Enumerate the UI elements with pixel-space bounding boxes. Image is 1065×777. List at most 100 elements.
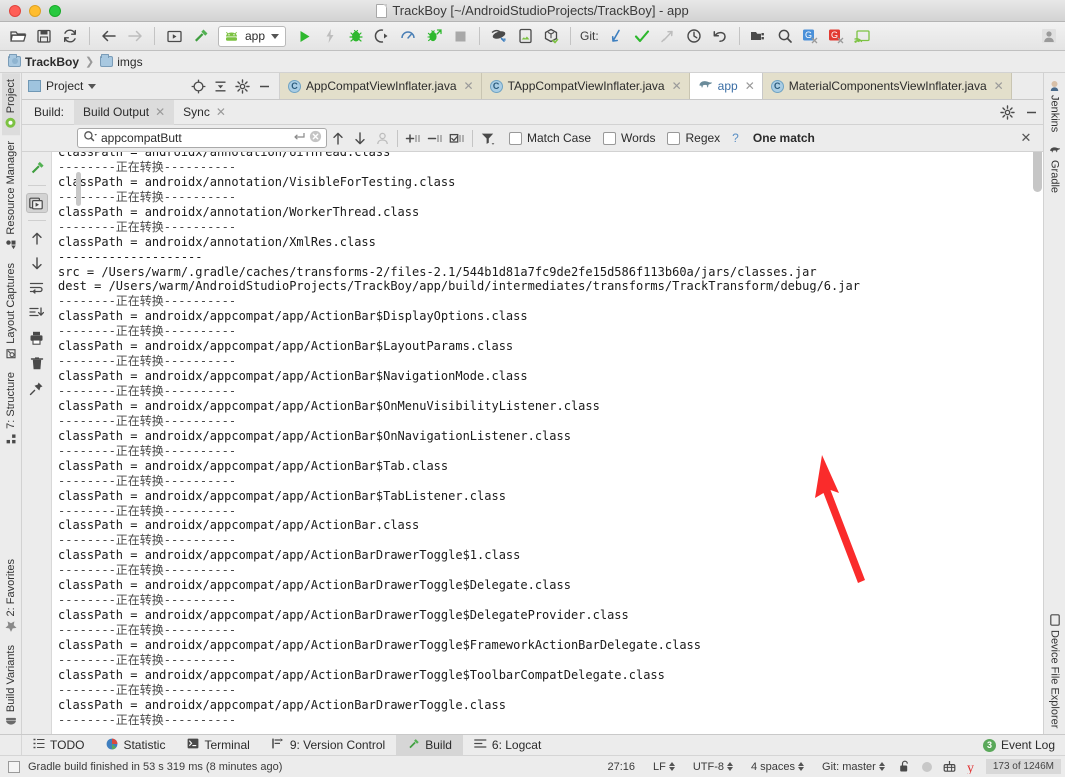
clear-all-icon[interactable] bbox=[26, 353, 48, 373]
user-avatar-icon[interactable] bbox=[1039, 26, 1059, 46]
editor-tab-active[interactable]: app ✕ bbox=[689, 73, 763, 99]
profiler-icon[interactable] bbox=[396, 25, 420, 47]
settings-gear-icon[interactable] bbox=[995, 101, 1019, 123]
locate-icon[interactable] bbox=[187, 76, 209, 96]
apply-changes-icon[interactable] bbox=[318, 25, 342, 47]
checkbox-box[interactable] bbox=[603, 131, 617, 145]
sidebar-item-gradle[interactable]: Gradle bbox=[1046, 138, 1064, 199]
scroll-up-icon[interactable] bbox=[26, 228, 48, 248]
search-input-wrapper[interactable] bbox=[77, 128, 327, 148]
close-icon[interactable]: ✕ bbox=[672, 80, 682, 92]
project-panel-title[interactable]: Project bbox=[28, 79, 97, 93]
indent-selector[interactable]: 4 spaces bbox=[742, 761, 813, 773]
git-branch-selector[interactable]: Git: master bbox=[813, 761, 894, 773]
sidebar-item-device-file-explorer[interactable]: Device File Explorer bbox=[1046, 608, 1064, 734]
sidebar-item-layout-captures[interactable]: Layout Captures bbox=[2, 257, 20, 366]
forward-arrow-icon[interactable] bbox=[123, 25, 147, 47]
bottom-tab-terminal[interactable]: Terminal bbox=[176, 735, 260, 755]
build-hammer-icon[interactable] bbox=[26, 158, 48, 178]
save-all-icon[interactable] bbox=[32, 25, 56, 47]
project-structure-icon[interactable] bbox=[747, 25, 771, 47]
lock-open-icon[interactable] bbox=[894, 760, 916, 773]
scroll-to-end-icon[interactable] bbox=[26, 303, 48, 323]
build-console-output[interactable]: classPath = androidx/annotation/UiThread… bbox=[52, 152, 1043, 734]
close-icon[interactable]: ✕ bbox=[994, 80, 1004, 92]
clear-search-icon[interactable] bbox=[309, 130, 322, 146]
sidebar-item-resource-manager[interactable]: Resource Manager bbox=[2, 135, 20, 257]
rollback-icon[interactable] bbox=[708, 25, 732, 47]
sidebar-item-build-variants[interactable]: Build Variants bbox=[2, 639, 20, 734]
sync-icon[interactable] bbox=[58, 25, 82, 47]
settings-gear-icon[interactable] bbox=[231, 76, 253, 96]
collapse-all-icon[interactable] bbox=[209, 76, 231, 96]
breadcrumb-item-project[interactable]: TrackBoy bbox=[8, 54, 79, 69]
translate-blue-icon[interactable]: G bbox=[799, 25, 823, 47]
open-folder-icon[interactable] bbox=[6, 25, 30, 47]
editor-tab[interactable]: C AppCompatViewInflater.java ✕ bbox=[280, 73, 482, 99]
chevron-down-icon[interactable] bbox=[88, 83, 97, 89]
build-tab-sync[interactable]: Sync ✕ bbox=[174, 100, 235, 125]
event-log-button[interactable]: 3 Event Log bbox=[973, 735, 1065, 755]
device-manager-icon[interactable] bbox=[539, 25, 563, 47]
regex-checkbox[interactable]: Regex bbox=[667, 131, 720, 145]
run-preview-icon[interactable] bbox=[162, 25, 186, 47]
regex-help-icon[interactable]: ? bbox=[732, 131, 739, 145]
sidebar-item-structure[interactable]: 7: Structure bbox=[2, 366, 20, 451]
add-line-icon[interactable] bbox=[402, 127, 424, 149]
prev-occurrence-icon[interactable] bbox=[327, 127, 349, 149]
words-checkbox[interactable]: Words bbox=[603, 131, 655, 145]
push-icon[interactable] bbox=[656, 25, 680, 47]
run-icon[interactable] bbox=[292, 25, 316, 47]
checkbox-box[interactable] bbox=[667, 131, 681, 145]
sidebar-item-project[interactable]: Project bbox=[1, 73, 20, 136]
attach-debugger-icon[interactable] bbox=[370, 25, 394, 47]
build-tab-build-output[interactable]: Build Output ✕ bbox=[74, 99, 175, 125]
close-find-bar-icon[interactable]: ✕ bbox=[1015, 127, 1037, 149]
restart-run-icon[interactable] bbox=[25, 193, 48, 213]
debug-icon[interactable] bbox=[344, 25, 368, 47]
breadcrumb-item-imgs[interactable]: imgs bbox=[100, 54, 143, 69]
history-icon[interactable] bbox=[682, 25, 706, 47]
bottom-tab-logcat[interactable]: 6: Logcat bbox=[463, 735, 552, 755]
back-arrow-icon[interactable] bbox=[97, 25, 121, 47]
bottom-tab-statistic[interactable]: Statistic bbox=[95, 735, 176, 755]
next-occurrence-icon[interactable] bbox=[349, 127, 371, 149]
scroll-down-icon[interactable] bbox=[26, 253, 48, 273]
editor-tab[interactable]: C MaterialComponentsViewInflater.java ✕ bbox=[762, 73, 1012, 99]
search-input[interactable] bbox=[101, 131, 289, 145]
close-icon[interactable]: ✕ bbox=[464, 80, 474, 92]
stop-icon[interactable] bbox=[448, 25, 472, 47]
build-hammer-icon[interactable] bbox=[188, 25, 212, 47]
minimize-window-button[interactable] bbox=[29, 4, 41, 17]
close-window-button[interactable] bbox=[9, 4, 21, 17]
encoding-selector[interactable]: UTF-8 bbox=[684, 761, 742, 773]
commit-icon[interactable] bbox=[630, 25, 654, 47]
bottom-tab-version-control[interactable]: 9: Version Control bbox=[261, 735, 396, 755]
toggle-line-icon[interactable] bbox=[446, 127, 468, 149]
maximize-window-button[interactable] bbox=[49, 4, 61, 17]
bottom-tab-build[interactable]: Build bbox=[396, 735, 463, 755]
editor-tab[interactable]: C TAppCompatViewInflater.java ✕ bbox=[481, 73, 690, 99]
avd-manager-icon[interactable] bbox=[487, 25, 511, 47]
pin-icon[interactable] bbox=[26, 378, 48, 398]
hide-window-icon[interactable] bbox=[1019, 101, 1043, 123]
caret-position[interactable]: 27:16 bbox=[598, 761, 644, 773]
sidebar-item-favorites[interactable]: 2: Favorites bbox=[2, 553, 20, 638]
screen-cast-icon[interactable] bbox=[851, 25, 875, 47]
yandex-icon[interactable]: y bbox=[961, 760, 982, 774]
remove-line-icon[interactable] bbox=[424, 127, 446, 149]
filter-icon[interactable] bbox=[477, 127, 499, 149]
sidebar-item-jenkins[interactable]: Jenkins bbox=[1046, 73, 1064, 138]
close-icon[interactable]: ✕ bbox=[745, 80, 755, 92]
hide-icon[interactable] bbox=[253, 76, 275, 96]
gutter-scroll-thumb[interactable] bbox=[76, 172, 81, 206]
update-project-icon[interactable] bbox=[604, 25, 628, 47]
run-with-coverage-icon[interactable] bbox=[422, 25, 446, 47]
translate-red-icon[interactable]: G bbox=[825, 25, 849, 47]
gray-sphere-icon[interactable] bbox=[916, 761, 938, 773]
soft-wrap-icon[interactable] bbox=[26, 278, 48, 298]
checkbox-box[interactable] bbox=[509, 131, 522, 145]
search-icon[interactable] bbox=[83, 130, 97, 146]
print-icon[interactable] bbox=[26, 328, 48, 348]
memory-indicator[interactable]: 173 of 1246M bbox=[985, 759, 1061, 774]
